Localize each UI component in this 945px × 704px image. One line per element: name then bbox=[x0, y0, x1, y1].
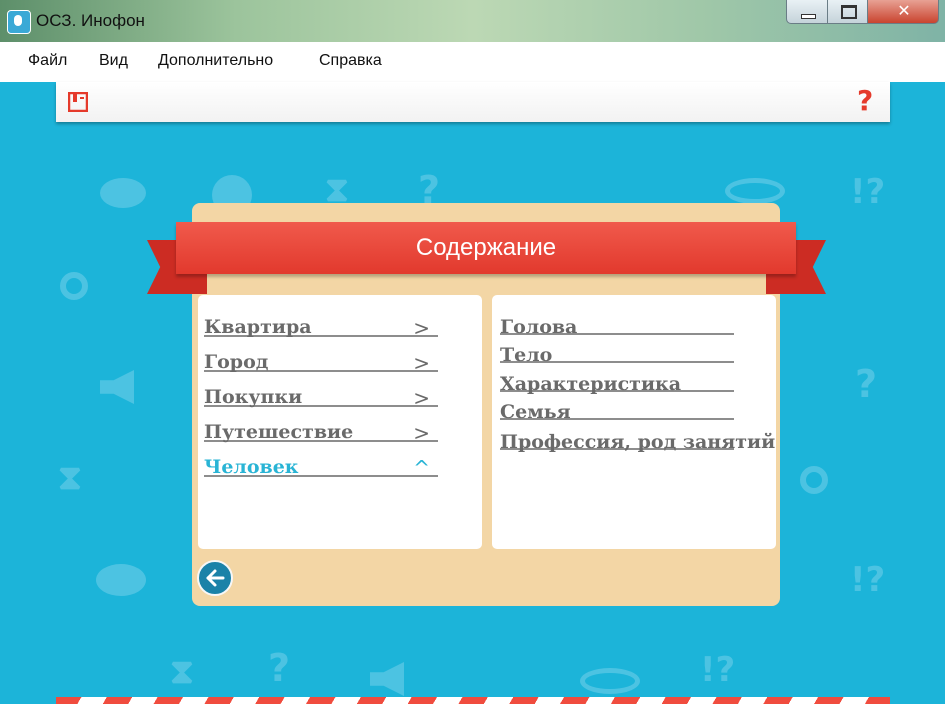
hourglass-icon: ⧗ bbox=[58, 458, 82, 498]
speech-bubble-icon bbox=[96, 564, 146, 596]
topic-label: Квартира bbox=[204, 316, 312, 338]
eye-icon bbox=[580, 668, 640, 694]
eye-icon bbox=[725, 178, 785, 204]
exclamation-question-icon: !? bbox=[700, 650, 736, 690]
speaker-icon bbox=[100, 370, 134, 404]
exclamation-question-icon: !? bbox=[850, 560, 886, 600]
menu-bar bbox=[0, 42, 945, 82]
exclamation-question-icon: !? bbox=[850, 172, 886, 212]
topic-label: Город bbox=[204, 351, 269, 373]
menu-view[interactable]: Вид bbox=[99, 52, 128, 70]
subtopic-item[interactable]: Тело bbox=[500, 335, 734, 366]
question-icon[interactable]: ? bbox=[857, 84, 873, 117]
topic-item-active[interactable]: Человек ^ bbox=[204, 445, 438, 480]
speaker-icon bbox=[370, 662, 404, 696]
speech-bubble-icon bbox=[100, 178, 146, 208]
question-bg-icon: ? bbox=[855, 362, 878, 406]
minimize-button[interactable] bbox=[786, 0, 828, 24]
topic-label: Путешествие bbox=[204, 421, 354, 443]
bottom-decorative-stripe bbox=[56, 697, 890, 704]
topic-item[interactable]: Город > bbox=[204, 340, 438, 375]
subtopic-item[interactable]: Профессия, род занятий bbox=[500, 422, 775, 453]
subtopic-item[interactable]: Семья bbox=[500, 392, 734, 423]
chevron-right-icon: > bbox=[413, 351, 430, 375]
back-button[interactable] bbox=[197, 560, 233, 596]
subtopic-label: Профессия, род занятий bbox=[500, 431, 776, 453]
chevron-right-icon: > bbox=[413, 316, 430, 340]
subtopic-label: Тело bbox=[500, 344, 553, 366]
topic-item[interactable]: Покупки > bbox=[204, 375, 438, 410]
topic-item[interactable]: Путешествие > bbox=[204, 410, 438, 445]
topic-label: Покупки bbox=[204, 386, 303, 408]
subtopic-label: Семья bbox=[500, 401, 571, 423]
menu-file[interactable]: Файл bbox=[28, 52, 67, 70]
app-icon bbox=[7, 10, 31, 34]
close-button[interactable]: ✕ bbox=[867, 0, 939, 24]
question-bg-icon: ? bbox=[268, 646, 291, 690]
subtopic-item[interactable]: Голова bbox=[500, 307, 734, 338]
arrow-left-icon bbox=[206, 569, 225, 587]
topics-list: Квартира > Город > Покупки > Путешествие… bbox=[198, 295, 482, 549]
close-icon: ✕ bbox=[897, 1, 911, 20]
menu-help[interactable]: Справка bbox=[319, 52, 382, 70]
chevron-right-icon: > bbox=[413, 386, 430, 410]
chevron-right-icon: > bbox=[413, 421, 430, 445]
window-titlebar: ОСЗ. Инофон ✕ bbox=[0, 0, 945, 42]
magnifier-icon bbox=[60, 272, 88, 300]
hourglass-icon: ⧗ bbox=[170, 652, 194, 692]
magnifier-icon bbox=[800, 466, 828, 494]
contents-title: Содержание bbox=[415, 234, 557, 261]
maximize-button[interactable] bbox=[827, 0, 868, 24]
topic-label: Человек bbox=[204, 456, 299, 478]
book-icon[interactable] bbox=[68, 92, 88, 112]
subtopic-item[interactable]: Характеристика bbox=[500, 364, 734, 395]
topic-item[interactable]: Квартира > bbox=[204, 305, 438, 340]
subtopics-list: Голова Тело Характеристика Семья Професс… bbox=[492, 295, 776, 549]
window-title: ОСЗ. Инофон bbox=[36, 11, 145, 30]
contents-ribbon: Содержание bbox=[176, 222, 796, 274]
menu-extra[interactable]: Дополнительно bbox=[158, 52, 273, 70]
chevron-up-icon: ^ bbox=[413, 456, 430, 480]
app-toolbar: ? bbox=[56, 82, 890, 122]
